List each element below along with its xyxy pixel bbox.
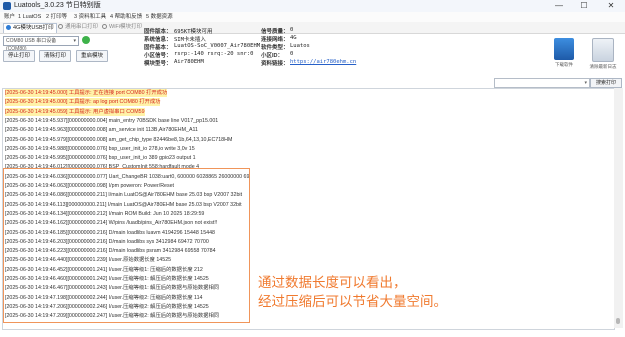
software-type-label: 软件类型：: [261, 45, 289, 51]
close-button[interactable]: ✕: [600, 0, 622, 12]
docs-link[interactable]: https://air780ehm.cn: [290, 59, 356, 65]
module-model-value: Air780EHM: [174, 59, 204, 65]
log-scrollbar[interactable]: [614, 88, 623, 328]
window-title: Luatools_3.0.23 节日特别版: [14, 2, 101, 9]
firmware-version-value: 695KT模块可用: [174, 29, 213, 35]
signal-quality-label: 信号质量：: [261, 29, 289, 35]
log-line: [2025-06-30 14:19:45.995][000000000.076]…: [5, 155, 196, 162]
scroll-thumb[interactable]: [616, 318, 620, 324]
software-type-value: Luatos: [290, 43, 310, 49]
tab-4g-usb-print[interactable]: 4G模块USB打印: [3, 23, 57, 33]
download-software-button[interactable]: 下载软件: [546, 34, 582, 74]
menu-help[interactable]: 4 帮助和反馈: [110, 12, 142, 22]
minimize-button[interactable]: —: [548, 0, 570, 12]
restart-module-button[interactable]: 重启模块: [76, 50, 108, 62]
control-panel: COM80 USB 串口设备 (COM80) ▾ 停止打印 清除打印 重启模块 …: [0, 27, 625, 76]
docs-link-label: 资料链接：: [261, 61, 289, 67]
tab-wifi-print[interactable]: WiFi模块打印: [100, 23, 144, 32]
search-print-button[interactable]: 搜索打印: [590, 78, 622, 88]
radio-icon: [58, 24, 63, 30]
system-info-value: SIM卡未插入: [174, 37, 206, 43]
log-line: [2025-06-30 14:19:45.988][000000000.076]…: [5, 145, 195, 152]
log-line: [2025-06-30 14:19:45.963][000000000.008]…: [5, 127, 198, 134]
log-line: [2025-06-30 14:19:45.979][000000000.008]…: [5, 136, 233, 143]
app-logo-icon: [3, 2, 11, 10]
cell-signal-value: rsrp:-140 rsrq:-20 snr:0: [174, 51, 254, 57]
annotation-text: 通过数据长度可以看出， 经过压缩后可以节省大量空间。: [258, 275, 447, 310]
menu-resources[interactable]: 5 数据资源: [146, 12, 173, 22]
network-value: 4G: [290, 35, 297, 41]
tab-serial-print[interactable]: 通用串口打印: [56, 23, 100, 32]
log-line: [2025-06-30 14:19:45.000] 工具提示: 正在连接 por…: [5, 89, 168, 97]
filter-row: ▾ 搜索打印: [0, 76, 625, 88]
clear-log-icon: [592, 38, 614, 62]
module-model-label: 模块型号：: [144, 61, 172, 67]
radio-icon: [102, 24, 107, 30]
radio-icon: [6, 25, 11, 31]
menu-tools[interactable]: 3 资料和工具: [74, 12, 106, 22]
port-status-icon[interactable]: [82, 36, 90, 44]
signal-quality-value: 0: [290, 27, 294, 33]
menu-luatos[interactable]: 1 LuatOS: [18, 12, 41, 22]
network-label: 连接网络：: [261, 37, 289, 43]
cell-id-label: 小区ID：: [261, 53, 284, 59]
maximize-button[interactable]: ☐: [573, 0, 595, 12]
log-line: [2025-06-30 14:19:45.059] 工具提示: 用户虚拟串口 C…: [5, 107, 145, 116]
chevron-down-icon: ▾: [584, 80, 587, 86]
clear-print-button[interactable]: 清除打印: [39, 50, 71, 62]
download-icon: [554, 38, 574, 60]
cell-signal-label: 小区信号：: [144, 53, 172, 59]
port-select[interactable]: COM80 USB 串口设备 (COM80) ▾: [3, 36, 79, 52]
highlight-box: [3, 168, 250, 323]
filter-select[interactable]: ▾: [494, 78, 590, 88]
stop-print-button[interactable]: 停止打印: [3, 50, 35, 62]
menu-account[interactable]: 账户: [4, 12, 15, 22]
log-line: [2025-06-30 14:19:45.937][000000000.004]…: [5, 117, 219, 124]
clear-latest-log-button[interactable]: 清除最新日志: [585, 34, 621, 74]
log-line: [2025-06-30 14:19:45.000] 工具提示: ap log p…: [5, 98, 161, 107]
firmware-base-label: 固件基本：: [144, 45, 172, 51]
menu-print[interactable]: 2 打印等: [46, 12, 67, 22]
chevron-down-icon: ▾: [73, 38, 76, 44]
menu-bar: 账户 1 LuatOS 2 打印等 3 资料和工具 4 帮助和反馈 5 数据资源: [0, 12, 625, 22]
firmware-version-label: 固件版本：: [144, 29, 172, 35]
firmware-base-value: LuatOS-SoC_V0007_Air780EHM: [174, 43, 261, 49]
print-mode-tabs: 4G模块USB打印 通用串口打印 WiFi模块打印: [0, 22, 625, 34]
cell-id-value: 0: [290, 51, 294, 57]
system-info-label: 系统信息：: [144, 37, 172, 43]
